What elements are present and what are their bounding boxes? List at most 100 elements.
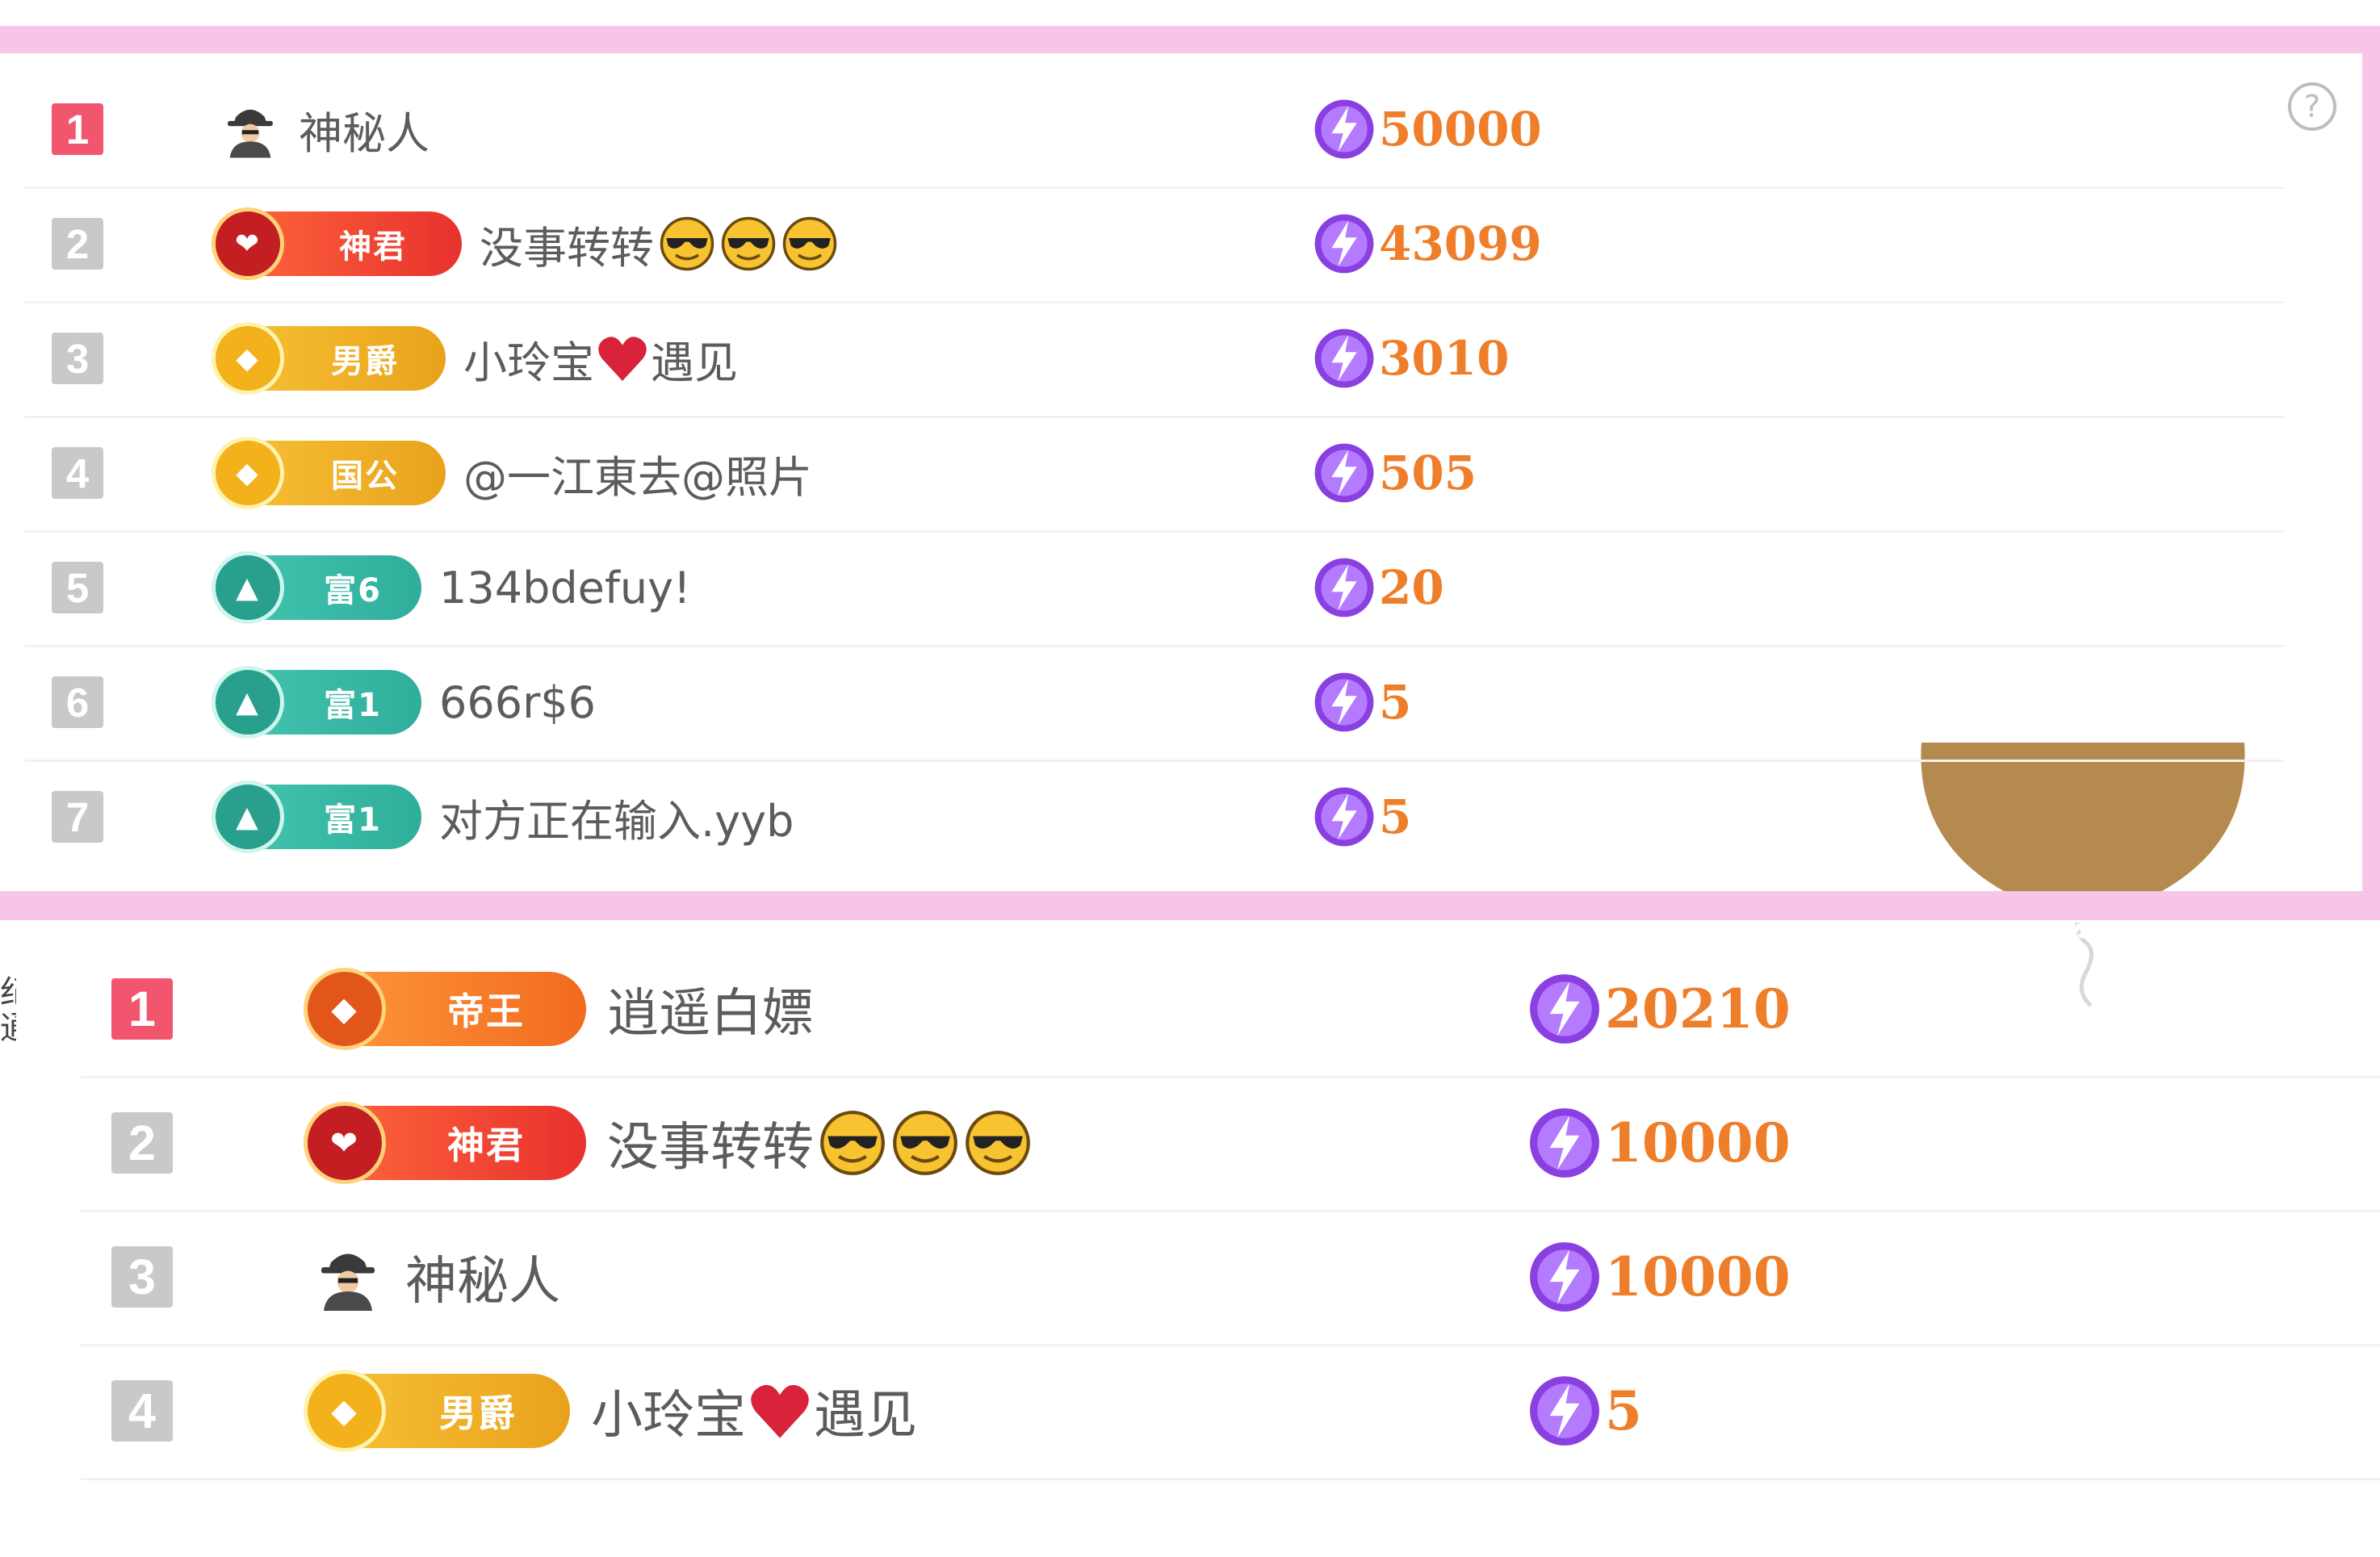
sunglasses-emoji-icon — [893, 1111, 957, 1175]
level-badge-teal: ▲ 富1 — [212, 666, 421, 739]
row-divider — [24, 645, 2285, 647]
level-badge-label: 富1 — [324, 802, 382, 839]
edge-text: 纪通 — [0, 975, 16, 1088]
rank-number: 1 — [52, 103, 103, 155]
row-divider — [24, 760, 2285, 762]
user-info[interactable]: ◆ 国公 @一江東去@照片 — [212, 436, 812, 510]
gem-icon: ◆ — [212, 437, 284, 509]
score-value: 10000 — [1605, 1245, 1791, 1308]
score-value: 505 — [1379, 446, 1477, 500]
level-badge-orange: ◆ 帝王 — [304, 968, 586, 1050]
row-divider — [81, 1344, 2380, 1346]
level-badge-label: 神君 — [339, 228, 407, 266]
username[interactable]: 没事转转 — [607, 1106, 814, 1180]
score-value: 5 — [1605, 1379, 1642, 1442]
level-badge-red: ❤ 神君 — [212, 207, 462, 280]
user-info[interactable]: ▲ 富1 666r$6 — [212, 665, 596, 739]
user-info[interactable]: ◆ 帝王 逍遥白嫖 — [304, 967, 814, 1051]
contribution-score: 10000 — [1527, 1240, 1791, 1314]
score-value: 50000 — [1379, 102, 1542, 157]
username-suffix[interactable]: 遇见 — [814, 1374, 917, 1448]
help-icon[interactable]: ? — [2286, 81, 2338, 132]
level-badge-gold: ◆ 男爵 — [304, 1370, 570, 1452]
rank-number: 3 — [111, 1246, 173, 1308]
help-label: ? — [2304, 89, 2320, 124]
panel-frame-bottom — [0, 891, 2380, 920]
shield-icon: ❤ — [212, 207, 284, 280]
sunglasses-emoji-icon — [660, 216, 714, 271]
lightning-coin-icon — [1530, 974, 1599, 1044]
row-divider — [81, 1210, 2380, 1212]
username-suffix[interactable]: 遇见 — [651, 327, 738, 391]
panel-frame-top — [0, 26, 2380, 53]
shield-icon: ◆ — [304, 968, 386, 1050]
row-divider — [24, 301, 2285, 303]
user-info[interactable]: ◆ 男爵 小玲宝 遇见 — [304, 1369, 917, 1453]
score-value: 10000 — [1605, 1111, 1791, 1174]
panel-frame-right — [2362, 26, 2380, 920]
rank-number: 4 — [111, 1380, 173, 1442]
contribution-score: 20 — [1313, 556, 1444, 619]
lightning-coin-icon — [1314, 214, 1374, 274]
score-value: 5 — [1379, 789, 1412, 844]
level-badge-label: 富1 — [324, 687, 382, 724]
score-value: 20210 — [1605, 977, 1791, 1040]
rank-number: 6 — [52, 676, 103, 728]
username[interactable]: 神秘人 — [405, 1240, 560, 1314]
username[interactable]: 小玲宝 — [591, 1374, 746, 1448]
username[interactable]: @一江東去@照片 — [463, 442, 812, 505]
username[interactable]: 小玲宝 — [463, 327, 594, 391]
sunglasses-emoji-icon — [820, 1111, 885, 1175]
rank-number: 5 — [52, 562, 103, 613]
lightning-coin-icon — [1314, 329, 1374, 388]
row-divider — [81, 1076, 2380, 1078]
heart-icon — [598, 337, 647, 381]
level-badge-label: 帝王 — [447, 990, 525, 1033]
score-value: 5 — [1379, 675, 1412, 730]
lightning-coin-icon — [1314, 99, 1374, 159]
username[interactable]: 没事转转 — [480, 212, 654, 276]
lightning-coin-icon — [1530, 1242, 1599, 1312]
user-info[interactable]: ◆ 男爵 小玲宝 遇见 — [212, 321, 738, 396]
score-value: 43099 — [1379, 216, 1542, 271]
row-divider — [24, 186, 2285, 189]
username[interactable]: 对方正在输入.yyb — [439, 785, 794, 849]
level-badge-gold: ◆ 男爵 — [212, 322, 446, 395]
user-info[interactable]: ▲ 富6 134bdefuy! — [212, 550, 691, 625]
rank-number: 3 — [52, 333, 103, 384]
username[interactable]: 134bdefuy! — [439, 563, 691, 613]
lightning-coin-icon — [1530, 1108, 1599, 1178]
incognito-icon — [228, 109, 273, 158]
shield-icon: ❤ — [304, 1102, 386, 1184]
rank-number: 4 — [52, 447, 103, 499]
username[interactable]: 666r$6 — [439, 677, 596, 728]
contribution-score: 50000 — [1313, 98, 1542, 161]
drop-icon: ▲ — [212, 666, 284, 739]
lightning-coin-icon — [1314, 787, 1374, 847]
row-divider — [81, 1478, 2380, 1480]
level-badge-gold: ◆ 国公 — [212, 437, 446, 509]
contribution-score: 5 — [1313, 785, 1411, 848]
user-info[interactable]: ❤ 神君 没事转转 — [304, 1101, 1032, 1185]
heart-icon — [751, 1384, 809, 1438]
contribution-score: 10000 — [1527, 1106, 1791, 1180]
username[interactable]: 神秘人 — [299, 98, 429, 161]
incognito-icon — [321, 1254, 375, 1311]
rank-number: 7 — [52, 791, 103, 843]
level-badge-teal: ▲ 富1 — [212, 781, 421, 853]
sunglasses-emoji-icon — [966, 1111, 1030, 1175]
score-value: 20 — [1379, 560, 1444, 615]
user-info[interactable]: ❤ 神君 没事转转 — [212, 207, 838, 281]
clear-effects-bubble[interactable] — [1913, 743, 2252, 1009]
contribution-score: 43099 — [1313, 212, 1542, 275]
contribution-score: 20210 — [1527, 972, 1791, 1046]
level-badge-label: 国公 — [331, 458, 399, 495]
level-badge-label: 神君 — [447, 1124, 525, 1167]
username[interactable]: 逍遥白嫖 — [607, 972, 814, 1046]
user-info[interactable]: 神秘人 — [220, 92, 429, 166]
user-info[interactable]: 神秘人 — [312, 1235, 560, 1319]
user-info[interactable]: ▲ 富1 对方正在输入.yyb — [212, 780, 794, 854]
lightning-coin-icon — [1314, 672, 1374, 732]
drop-icon: ▲ — [212, 781, 284, 853]
row-divider — [24, 416, 2285, 418]
